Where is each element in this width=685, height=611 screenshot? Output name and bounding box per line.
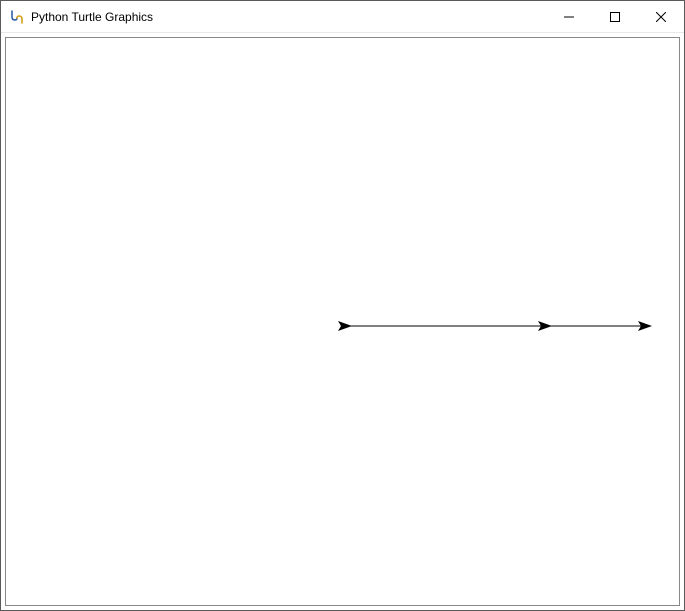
maximize-button[interactable] xyxy=(592,1,638,32)
maximize-icon xyxy=(610,12,620,22)
window-controls xyxy=(546,1,684,32)
turtle-canvas xyxy=(6,38,679,605)
minimize-button[interactable] xyxy=(546,1,592,32)
minimize-icon xyxy=(564,12,574,22)
close-button[interactable] xyxy=(638,1,684,32)
app-icon xyxy=(9,9,25,25)
app-window: Python Turtle Graphics xyxy=(0,0,685,611)
canvas-area xyxy=(5,37,680,606)
titlebar[interactable]: Python Turtle Graphics xyxy=(1,1,684,33)
turtle-cursor xyxy=(338,321,352,331)
close-icon xyxy=(656,12,666,22)
window-title: Python Turtle Graphics xyxy=(31,10,546,24)
